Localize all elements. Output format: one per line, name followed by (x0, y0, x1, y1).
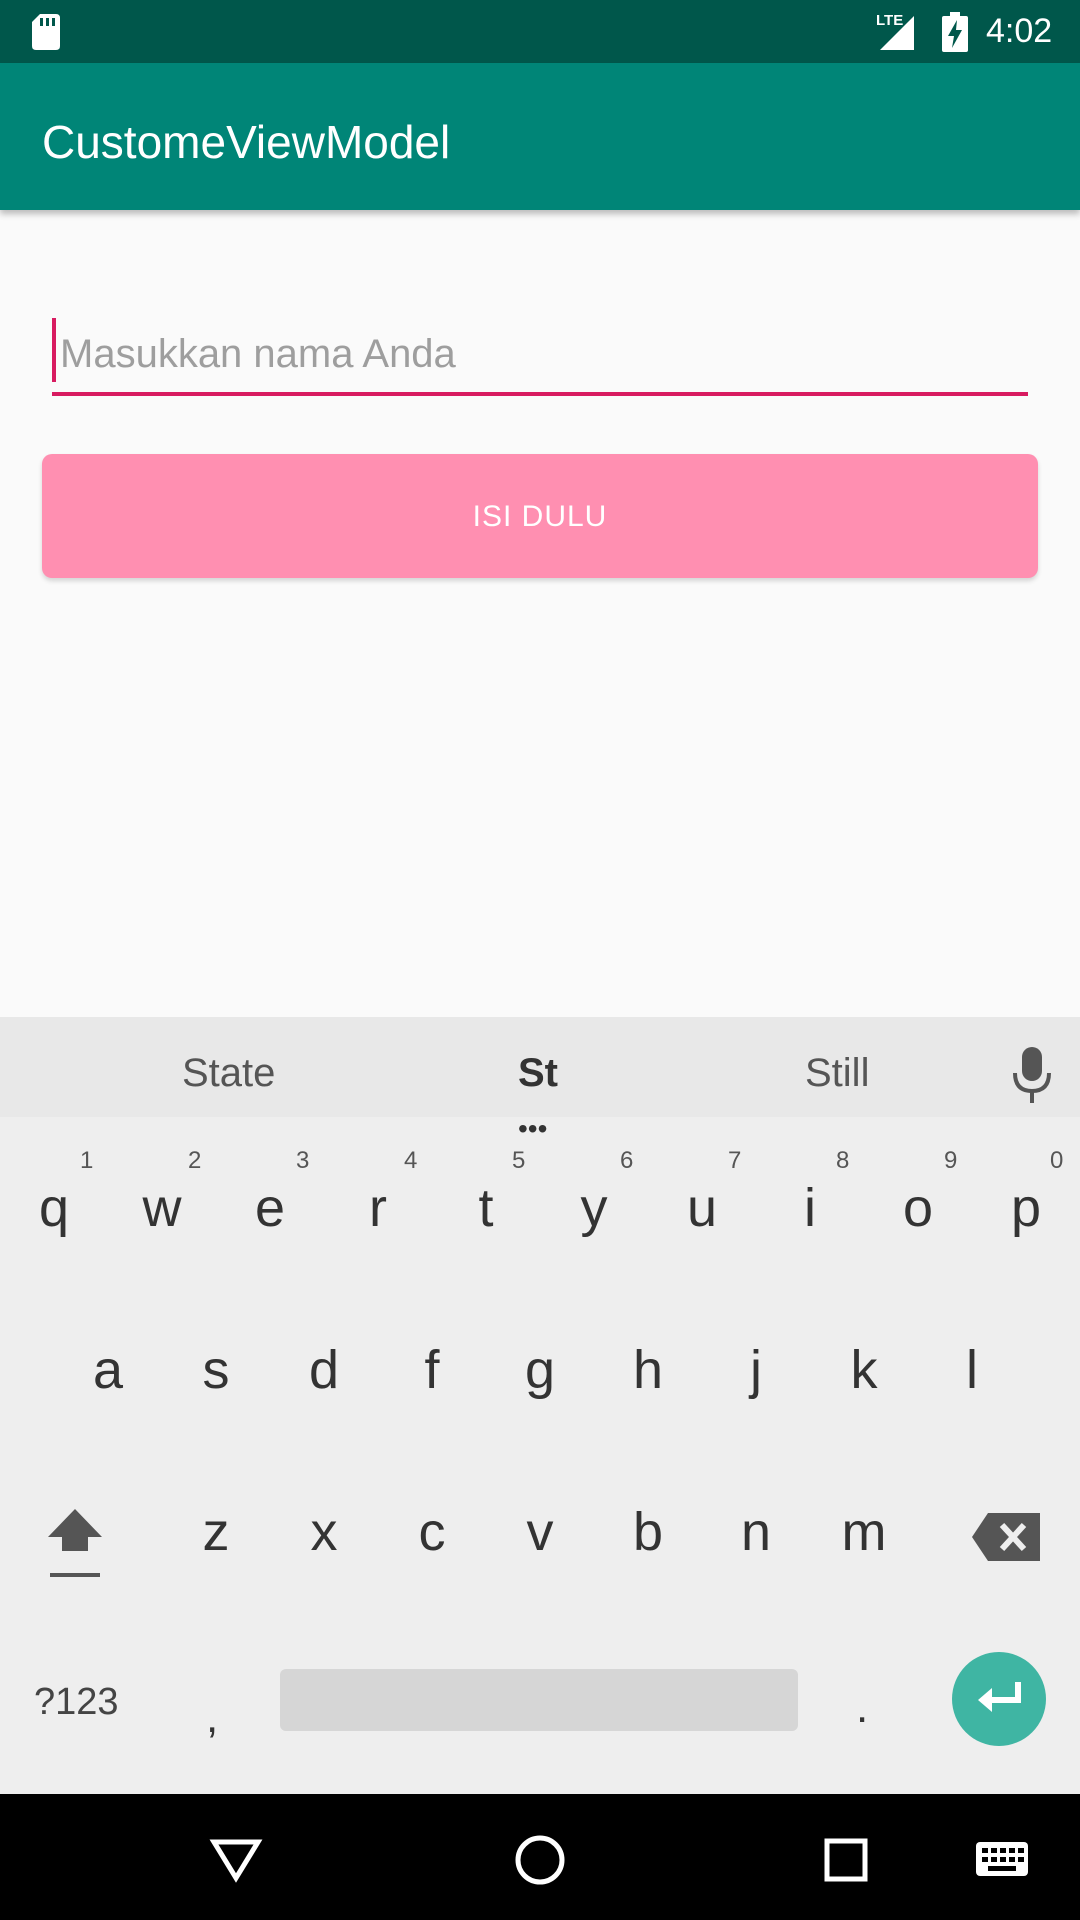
key-k[interactable]: k (824, 1339, 904, 1401)
app-bar: CustomeViewModel (0, 63, 1080, 210)
suggestion-2[interactable]: St (518, 1051, 558, 1096)
key-hint: 1 (80, 1147, 94, 1174)
back-icon[interactable] (208, 1832, 264, 1888)
key-y[interactable]: y (554, 1177, 634, 1239)
name-input-placeholder: Masukkan nama Anda (60, 332, 456, 376)
key-i[interactable]: i (770, 1177, 850, 1239)
key-d[interactable]: d (284, 1339, 364, 1401)
cell-signal-icon (880, 16, 914, 50)
key-m[interactable]: m (824, 1501, 904, 1563)
symbols-key[interactable]: ?123 (34, 1681, 119, 1724)
suggestion-strip: State St ••• Still (0, 1017, 1080, 1144)
key-hint: 6 (620, 1147, 634, 1174)
key-hint: 0 (1050, 1147, 1064, 1174)
key-l[interactable]: l (932, 1339, 1012, 1401)
key-u[interactable]: u (662, 1177, 742, 1239)
key-w[interactable]: w (122, 1177, 202, 1239)
key-g[interactable]: g (500, 1339, 580, 1401)
suggestion-more-indicator: ••• (518, 1113, 548, 1144)
key-h[interactable]: h (608, 1339, 688, 1401)
suggestion-3[interactable]: Still (805, 1051, 869, 1096)
key-hint: 3 (296, 1147, 310, 1174)
home-icon[interactable] (512, 1832, 568, 1888)
key-b[interactable]: b (608, 1501, 688, 1563)
soft-keyboard: State St ••• Still 1 2 3 4 5 6 7 8 9 0 q… (0, 1017, 1080, 1794)
name-input[interactable]: Masukkan nama Anda (52, 318, 1028, 396)
key-hint: 2 (188, 1147, 202, 1174)
clock: 4:02 (986, 12, 1053, 50)
key-f[interactable]: f (392, 1339, 472, 1401)
backspace-icon[interactable] (970, 1511, 1042, 1563)
key-v[interactable]: v (500, 1501, 580, 1563)
key-j[interactable]: j (716, 1339, 796, 1401)
key-hint: 5 (512, 1147, 526, 1174)
key-r[interactable]: r (338, 1177, 418, 1239)
comma-key[interactable]: , (206, 1693, 218, 1743)
key-n[interactable]: n (716, 1501, 796, 1563)
key-p[interactable]: p (986, 1177, 1066, 1239)
app-title: CustomeViewModel (42, 116, 451, 168)
text-cursor (52, 318, 56, 382)
shift-icon[interactable] (44, 1507, 106, 1579)
key-hint: 4 (404, 1147, 418, 1174)
key-hint: 9 (944, 1147, 958, 1174)
key-q[interactable]: q (14, 1177, 94, 1239)
key-x[interactable]: x (284, 1501, 364, 1563)
key-t[interactable]: t (446, 1177, 526, 1239)
key-hint: 8 (836, 1147, 850, 1174)
microphone-icon[interactable] (1012, 1047, 1052, 1103)
keyboard-switch-icon[interactable] (974, 1832, 1030, 1888)
submit-button-label: ISI DULU (472, 500, 608, 533)
key-o[interactable]: o (878, 1177, 958, 1239)
key-e[interactable]: e (230, 1177, 310, 1239)
period-key[interactable]: . (856, 1683, 868, 1733)
space-bar[interactable] (280, 1669, 798, 1731)
navigation-bar (0, 1794, 1080, 1920)
key-s[interactable]: s (176, 1339, 256, 1401)
status-bar: LTE 4:02 (0, 0, 1080, 63)
key-hint: 7 (728, 1147, 742, 1174)
recents-icon[interactable] (818, 1832, 874, 1888)
suggestion-1[interactable]: State (182, 1051, 275, 1096)
sd-card-icon (32, 14, 60, 50)
key-a[interactable]: a (68, 1339, 148, 1401)
battery-charging-icon (942, 12, 968, 52)
key-z[interactable]: z (176, 1501, 256, 1563)
enter-key[interactable] (952, 1652, 1046, 1746)
key-c[interactable]: c (392, 1501, 472, 1563)
submit-button[interactable]: ISI DULU (42, 454, 1038, 578)
enter-icon (978, 1682, 1021, 1712)
